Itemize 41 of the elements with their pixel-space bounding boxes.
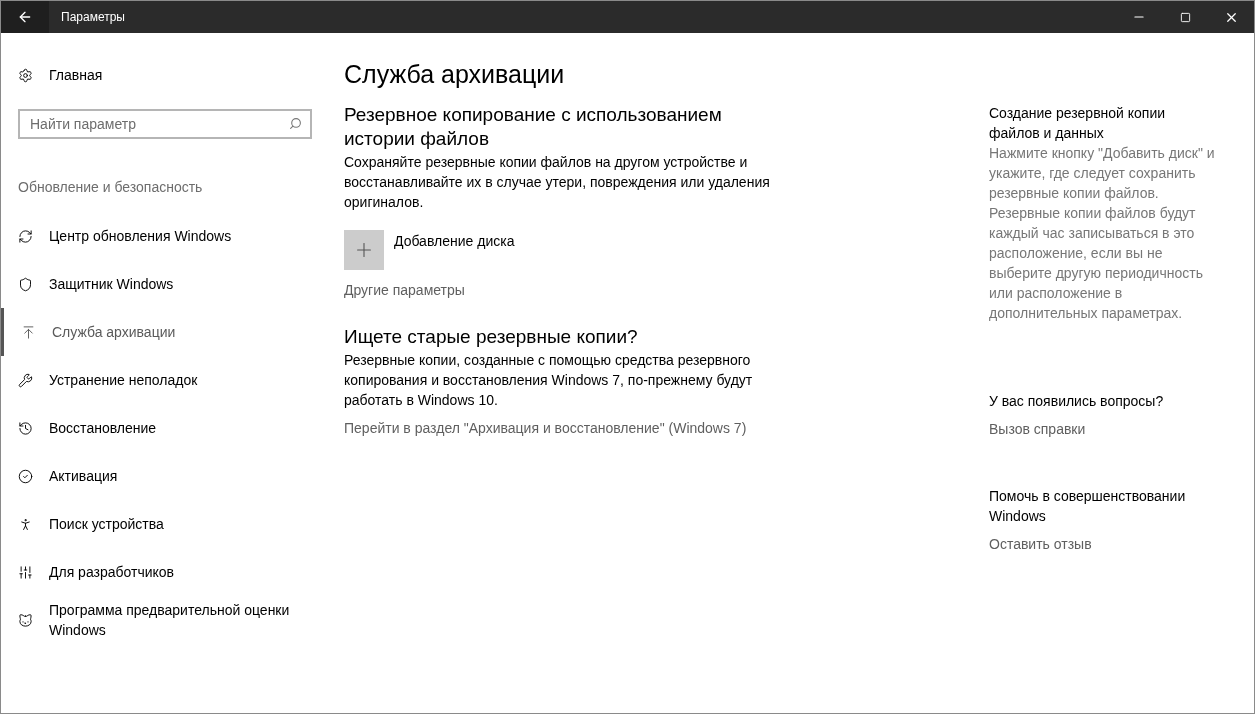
check-circle-icon [18, 468, 33, 484]
search-icon [289, 117, 302, 130]
aside-text: Нажмите кнопку "Добавить диск" и укажите, где следует сохранить резервные копии файлов. Резервные копии файлов будут каждый час записываться в это расположение, если вы не выберите другую периодичность или расположение в дополнительных параметрах. [989, 144, 1216, 323]
sliders-icon [18, 564, 33, 580]
person-icon [18, 516, 33, 532]
nav-item[interactable]: Восстановление [1, 404, 329, 452]
refresh-icon [18, 228, 33, 244]
nav-item[interactable]: Активация [1, 452, 329, 500]
arrow-up-icon [21, 324, 36, 340]
add-drive-label: Добавление диска [394, 232, 515, 251]
nav-item[interactable]: Защитник Windows [1, 260, 329, 308]
wrench-icon [18, 372, 33, 388]
link[interactable]: Перейти в раздел "Архивация и восстановление" (Windows 7) [344, 418, 804, 439]
settings-icon [18, 67, 33, 83]
aside-link[interactable]: Вызов справки [989, 419, 1239, 440]
page-title: Служба архивации [344, 59, 566, 90]
aside-heading: Помочь в совершенствовании Windows [989, 487, 1187, 526]
section-description: Сохраняйте резервные копии файлов на другом устройстве и восстанавливайте их в случае утери, повреждения или удаления оригиналов. [344, 153, 771, 212]
history-icon [18, 420, 33, 436]
cat-icon [18, 612, 33, 628]
section-title: Ищете старые резервные копии? [344, 325, 639, 349]
aside-heading: Создание резервной копии файлов и данных [989, 104, 1167, 143]
window-title: Параметры [61, 9, 125, 26]
section-title: Резервное копирование с использованием истории файлов [344, 103, 723, 151]
section-description: Резервные копии, созданные с помощью средства резервного копирования и восстановления Windows 7, по-прежнему будут работать в Windows 10. [344, 351, 754, 410]
home-nav-item[interactable]: Главная [1, 63, 329, 87]
aside-heading: У вас появились вопросы? [989, 392, 1165, 411]
section-heading: Обновление и безопасность [17, 178, 204, 197]
back-arrow-icon [17, 9, 33, 25]
nav-item[interactable]: Служба архивации [1, 308, 329, 356]
nav-item[interactable]: Для разработчиков [1, 548, 329, 596]
nav-item[interactable]: Устранение неполадок [1, 356, 329, 404]
back-button[interactable] [1, 1, 49, 33]
nav-item[interactable]: Центр обновления Windows [1, 212, 329, 260]
link[interactable]: Другие параметры [344, 280, 804, 301]
nav-item[interactable]: Поиск устройства [1, 500, 329, 548]
aside-link[interactable]: Оставить отзыв [989, 534, 1239, 555]
search-field[interactable]: Найти параметр [18, 109, 312, 139]
nav-item[interactable]: Программа предварительной оценки Windows [1, 596, 329, 644]
shield-icon [18, 276, 33, 292]
maximize-icon [1179, 11, 1191, 23]
